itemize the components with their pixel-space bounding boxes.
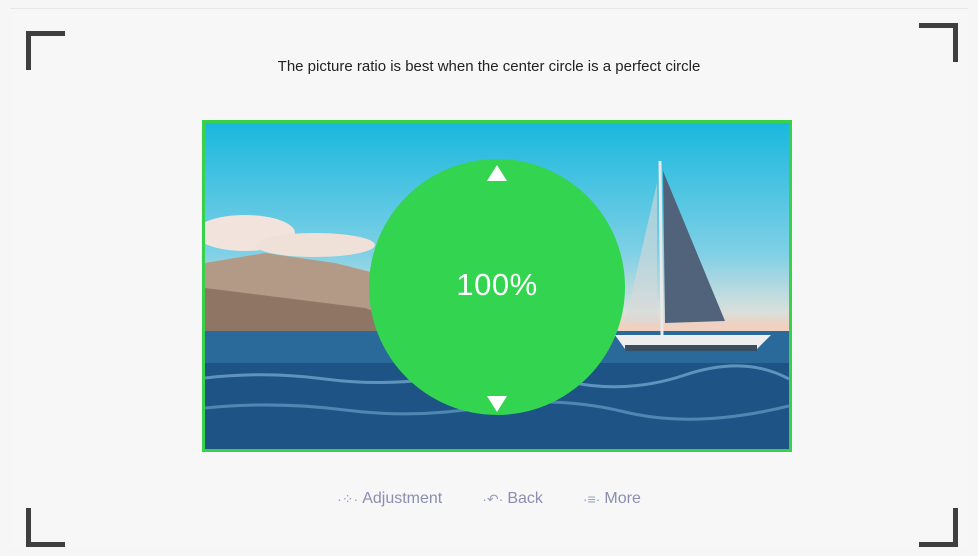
dpad-icon: ·⁘· [337,490,359,507]
up-arrow-icon[interactable] [487,165,507,181]
cloud [255,233,375,257]
adjustment-hint[interactable]: ·⁘· Adjustment [337,490,442,508]
jib-sail [625,183,657,323]
remote-hints: ·⁘· Adjustment ·↶· Back ·≡· More [0,490,978,508]
down-arrow-icon[interactable] [487,396,507,412]
back-hint[interactable]: ·↶· Back [482,490,543,508]
hull-stripe [625,345,757,351]
ratio-value: 100% [456,267,538,302]
corner-marker-bottom-right [919,508,958,547]
adjustment-label: Adjustment [362,490,443,507]
menu-icon: ·≡· [582,491,601,507]
back-label: Back [507,490,543,507]
corner-marker-top-right [919,23,958,62]
mainsail [663,171,725,323]
corner-marker-bottom-left [26,508,65,547]
back-icon: ·↶· [482,490,504,507]
more-hint[interactable]: ·≡· More [583,490,641,508]
mast [658,160,664,336]
ratio-circle[interactable]: 100% [369,159,625,415]
instruction-text: The picture ratio is best when the cente… [277,58,701,75]
more-label: More [604,490,641,507]
